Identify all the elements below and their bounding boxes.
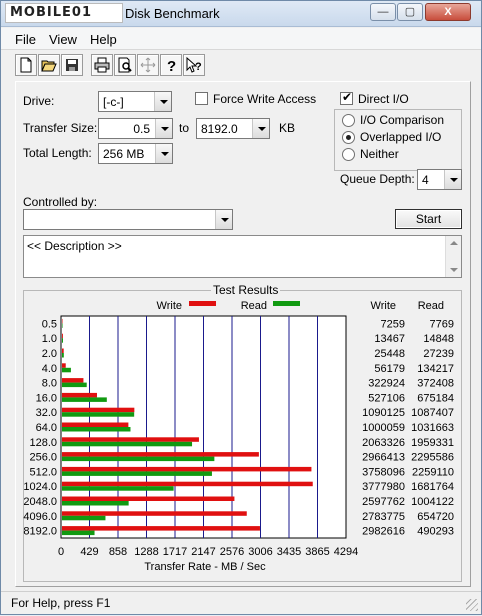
read-value: 372408 (417, 378, 454, 390)
write-bar (62, 452, 259, 457)
write-bar (62, 393, 97, 398)
read-value: 1087407 (411, 407, 454, 419)
read-value: 1031663 (411, 422, 454, 434)
y-tick-label: 64.0 (36, 422, 57, 434)
read-value: 7769 (430, 318, 454, 330)
x-tick-label: 2576 (220, 546, 244, 558)
legend-write-label: Write (157, 300, 182, 312)
read-value: 490293 (417, 526, 454, 538)
app-window: MOBILE01 Disk Benchmark — ▢ X File View … (0, 0, 482, 615)
read-value: 1681764 (411, 481, 454, 493)
y-tick-label: 2048.0 (23, 496, 57, 508)
x-tick-label: 1717 (163, 546, 187, 558)
read-value: 654720 (417, 511, 454, 523)
write-bar (62, 423, 128, 428)
y-tick-label: 0.5 (42, 318, 57, 330)
x-tick-label: 0 (58, 546, 64, 558)
read-value: 675184 (417, 392, 454, 404)
read-bar (62, 531, 95, 536)
read-bar (62, 486, 174, 491)
y-tick-label: 128.0 (29, 437, 57, 449)
read-bar (62, 323, 63, 328)
y-tick-label: 1.0 (42, 333, 57, 345)
legend-read-swatch (273, 301, 300, 306)
write-bar (62, 497, 234, 502)
read-bar (62, 501, 129, 506)
read-bar (62, 338, 63, 343)
write-value: 3777980 (362, 481, 405, 493)
read-value: 2259110 (412, 466, 454, 478)
read-value: 1004122 (411, 496, 454, 508)
read-bar (62, 471, 212, 476)
write-value: 56179 (374, 363, 405, 375)
x-tick-label: 3435 (277, 546, 301, 558)
write-bar (62, 378, 83, 383)
y-tick-label: 4.0 (42, 363, 57, 375)
write-bar (62, 363, 66, 368)
y-tick-label: 16.0 (36, 392, 57, 404)
write-value: 7259 (381, 318, 405, 330)
write-value: 25448 (374, 348, 405, 360)
write-value: 322924 (368, 378, 405, 390)
results-chart: 0 429 858 1288 1717 2147 2576 3006 3435 3865 4294 W… (1, 1, 482, 616)
write-value: 2597762 (362, 496, 405, 508)
read-bar (62, 383, 87, 388)
x-tick-label: 3865 (305, 546, 329, 558)
read-value: 2295586 (411, 452, 454, 464)
write-value: 1000059 (362, 422, 405, 434)
x-tick-label: 2147 (191, 546, 215, 558)
x-tick-label: 858 (109, 546, 127, 558)
write-bar (62, 482, 313, 487)
y-tick-label: 256.0 (29, 452, 57, 464)
write-value: 2966413 (362, 452, 405, 464)
write-value: 2783775 (362, 511, 405, 523)
legend-read-label: Read (241, 300, 267, 312)
read-bar (62, 397, 107, 402)
read-bar (62, 427, 130, 432)
read-bar (62, 442, 192, 447)
col-header-write: Write (371, 300, 396, 312)
y-tick-label: 512.0 (29, 466, 57, 478)
write-value: 2063326 (362, 437, 405, 449)
col-header-read: Read (418, 300, 444, 312)
x-tick-label: 3006 (248, 546, 272, 558)
x-tick-label: 4294 (334, 546, 358, 558)
status-text: For Help, press F1 (11, 596, 110, 610)
x-axis-label: Transfer Rate - MB / Sec (144, 561, 266, 573)
write-value: 13467 (374, 333, 405, 345)
read-bar (62, 457, 214, 462)
read-value: 134217 (417, 363, 454, 375)
write-bar (62, 349, 64, 354)
write-bar (62, 526, 260, 531)
write-value: 2982616 (362, 526, 405, 538)
write-bar (62, 467, 311, 472)
read-bar (62, 412, 134, 417)
status-bar: For Help, press F1 (1, 591, 481, 614)
y-tick-label: 8192.0 (23, 526, 57, 538)
write-value: 1090125 (362, 407, 405, 419)
write-value: 3758096 (362, 466, 405, 478)
y-tick-label: 2.0 (42, 348, 57, 360)
resize-grip-icon[interactable] (466, 599, 478, 611)
read-value: 27239 (423, 348, 454, 360)
y-tick-label: 4096.0 (23, 511, 57, 523)
legend-write-swatch (189, 301, 216, 306)
read-value: 14848 (423, 333, 454, 345)
read-bar (62, 368, 71, 373)
write-bar (62, 334, 63, 339)
y-tick-label: 8.0 (42, 378, 57, 390)
write-bar (62, 408, 134, 413)
x-tick-label: 429 (80, 546, 98, 558)
x-tick-label: 1288 (134, 546, 158, 558)
write-bar (62, 437, 199, 442)
y-tick-label: 32.0 (36, 407, 57, 419)
write-value: 527106 (368, 392, 405, 404)
read-value: 1959331 (411, 437, 454, 449)
read-bar (62, 516, 105, 521)
read-bar (62, 353, 64, 358)
write-bar (62, 511, 247, 516)
y-tick-label: 1024.0 (23, 481, 57, 493)
